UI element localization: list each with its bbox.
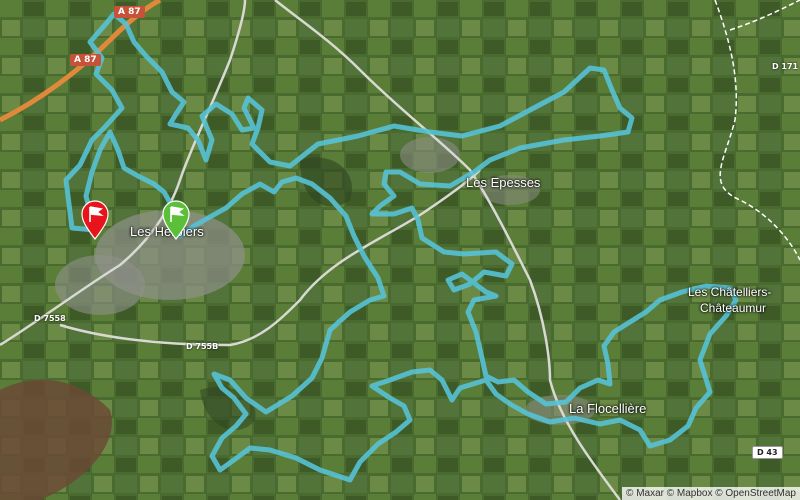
start-pin-shape bbox=[162, 200, 190, 240]
place-la-flocelliere: La Flocellière bbox=[569, 401, 647, 416]
road-label-d7558: D 7558 bbox=[34, 314, 66, 323]
road-shield-d43: D 43 bbox=[752, 446, 783, 459]
map-attribution[interactable]: © Maxar © Mapbox © OpenStreetMap bbox=[622, 487, 800, 500]
town-industrial-area bbox=[55, 255, 145, 315]
flag-icon bbox=[81, 200, 109, 240]
road-shield-a87: A 87 bbox=[70, 54, 101, 66]
finish-pin-shape bbox=[81, 200, 109, 240]
map-layer bbox=[0, 0, 800, 500]
road-label-d755b: D 755B bbox=[186, 342, 219, 351]
road-shield-a87: A 87 bbox=[114, 6, 145, 18]
village-area bbox=[400, 137, 460, 173]
road-label-d171: D 171 bbox=[772, 62, 799, 71]
place-les-epesses: Les Epesses bbox=[466, 175, 541, 190]
place-les-chatelliers-line2: Châteaumur bbox=[700, 301, 767, 315]
place-les-chatelliers-line1: Les Châtelliers- bbox=[688, 285, 772, 299]
satellite-map[interactable]: A 87 A 87 D 7558 D 755B D 171 D 43 Les H… bbox=[0, 0, 800, 500]
flag-icon bbox=[162, 200, 190, 240]
